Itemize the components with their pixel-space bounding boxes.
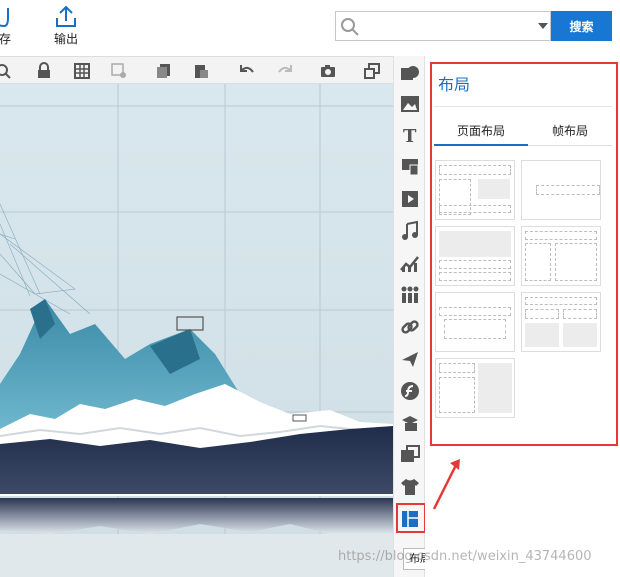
- video-icon[interactable]: [399, 188, 421, 210]
- export-button[interactable]: 输出: [48, 4, 84, 47]
- save-icon: [0, 8, 9, 28]
- red-arrow-annotation: [432, 459, 460, 510]
- grid-settings-icon[interactable]: [110, 62, 128, 80]
- save-button[interactable]: 存: [0, 4, 20, 47]
- dropdown-caret-icon[interactable]: [538, 23, 548, 29]
- layout-thumb-5[interactable]: [435, 292, 515, 352]
- grid-icon[interactable]: [73, 62, 91, 80]
- app-window: 存 输出 搜索 T 布局 布局 页面布局 帧布局 https://blog.cs…: [0, 0, 620, 577]
- layout-button-highlight[interactable]: [396, 503, 426, 533]
- text-icon[interactable]: T: [399, 124, 421, 146]
- layout-tabs: 页面布局 帧布局: [434, 118, 612, 146]
- link-icon[interactable]: [399, 316, 421, 338]
- divider: [434, 106, 612, 107]
- top-bar: 存 输出 搜索: [0, 0, 620, 56]
- flag-icon[interactable]: [399, 156, 421, 178]
- layout-thumb-2[interactable]: [521, 160, 601, 220]
- paste-icon[interactable]: [192, 62, 210, 80]
- shirt-icon[interactable]: [399, 476, 421, 498]
- upload-icon: [56, 5, 76, 27]
- redo-icon[interactable]: [276, 62, 294, 80]
- component-toolbar: T: [393, 56, 425, 577]
- camera-icon[interactable]: [319, 62, 337, 80]
- tab-page-layout[interactable]: 页面布局: [434, 118, 528, 146]
- panel-title: 布局: [438, 75, 471, 94]
- tab-frame-layout[interactable]: 帧布局: [528, 118, 612, 146]
- mountain-scene-image: [0, 84, 393, 577]
- layout-thumb-4[interactable]: [521, 226, 601, 286]
- flash-icon[interactable]: [399, 380, 421, 402]
- image-icon[interactable]: [399, 93, 421, 115]
- resize-window-icon[interactable]: [363, 62, 381, 80]
- copy-icon[interactable]: [155, 62, 173, 80]
- save-label: 存: [0, 32, 11, 46]
- plane-icon[interactable]: [399, 348, 421, 370]
- editor-canvas[interactable]: [0, 84, 393, 577]
- undo-icon[interactable]: [238, 62, 256, 80]
- layout-thumb-7[interactable]: [435, 358, 515, 418]
- canvas-toolbar: [0, 56, 393, 84]
- layout-thumb-3[interactable]: [435, 226, 515, 286]
- search-icon: [341, 18, 359, 36]
- search-box[interactable]: [335, 11, 551, 41]
- shape-icon[interactable]: [399, 62, 421, 84]
- chart-icon[interactable]: [399, 252, 421, 274]
- search-button[interactable]: 搜索: [551, 11, 612, 41]
- export-label: 输出: [53, 32, 78, 46]
- music-icon[interactable]: [399, 220, 421, 242]
- zoom-icon[interactable]: [0, 62, 12, 80]
- people-icon[interactable]: [399, 284, 421, 306]
- stack-icon[interactable]: [399, 412, 421, 434]
- lock-icon[interactable]: [35, 62, 53, 80]
- layout-thumb-6[interactable]: [521, 292, 601, 352]
- svg-text:T: T: [403, 126, 417, 146]
- layout-thumb-1[interactable]: [435, 160, 515, 220]
- watermark: https://blog.csdn.net/weixin_43744600: [338, 549, 592, 564]
- gallery-icon[interactable]: [399, 444, 421, 466]
